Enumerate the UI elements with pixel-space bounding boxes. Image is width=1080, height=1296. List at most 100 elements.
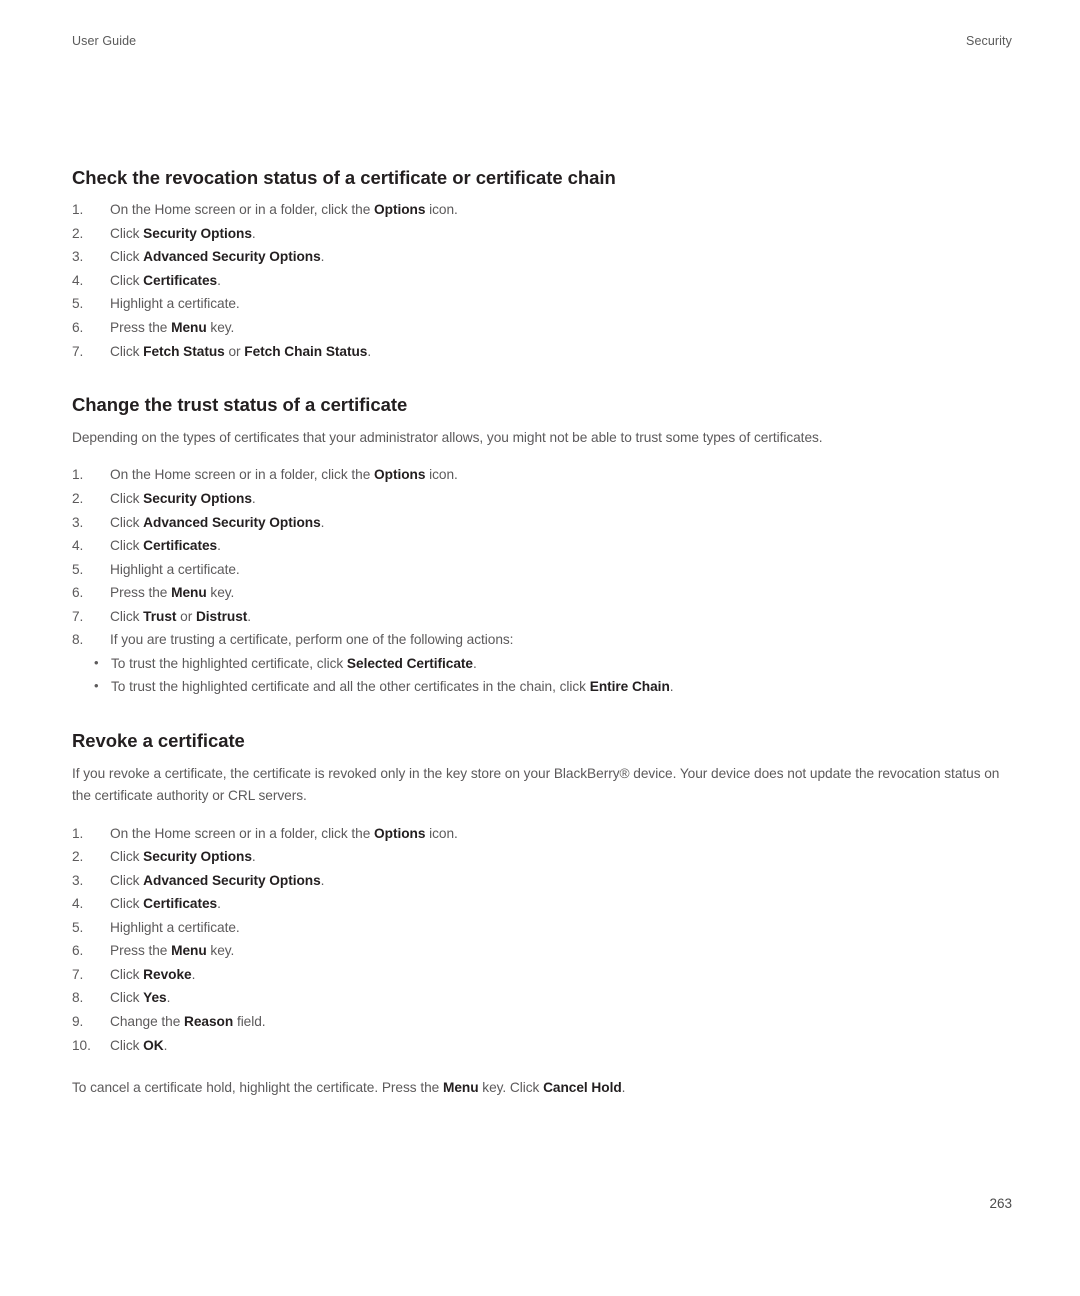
text-run: Click — [110, 990, 144, 1006]
text-run: Click — [110, 608, 144, 624]
step-text: Click Advanced Security Options. — [110, 515, 324, 530]
step-number: 5. — [72, 296, 84, 312]
ui-term: Yes — [143, 990, 167, 1006]
document-section: Revoke a certificate If you revoke a cert… — [72, 729, 1014, 1099]
text-run: . — [472, 655, 477, 671]
step-text: On the Home screen or in a folder, click… — [110, 202, 458, 217]
sub-bullet-text: To trust the highlighted certificate and… — [111, 679, 674, 694]
text-run: . — [163, 1037, 168, 1053]
text-run: Highlight a certificate. — [110, 296, 240, 312]
step-number: 3. — [72, 249, 84, 265]
bullet-dot-icon: • — [94, 678, 99, 694]
text-run: Press the — [110, 943, 172, 959]
bullet-dot-icon: • — [94, 654, 99, 670]
document-page: User Guide Security Check the revocation… — [0, 0, 1080, 1296]
procedure-step: 6. Press the Menu key. — [72, 581, 1014, 605]
step-text: Click Trust or Distrust. — [110, 609, 251, 624]
text-run: . — [621, 1080, 626, 1096]
text-run: On the Home screen or in a folder, click… — [110, 467, 375, 483]
step-text: Click Certificates. — [110, 273, 221, 288]
procedure-step: 7. Click Trust or Distrust. — [72, 605, 1014, 629]
ui-term: Advanced Security Options — [143, 249, 321, 265]
step-number: 6. — [72, 319, 84, 335]
text-run: If you are trusting a certificate, perfo… — [110, 632, 514, 648]
ui-term: Distrust — [195, 608, 248, 624]
procedure-step-list: 1. On the Home screen or in a folder, cli… — [72, 198, 1014, 363]
step-text: Press the Menu key. — [110, 585, 234, 600]
text-run: Click — [110, 538, 144, 554]
ui-term: Trust — [143, 608, 177, 624]
step-number: 2. — [72, 490, 84, 506]
ui-term: Menu — [171, 943, 207, 959]
step-number: 3. — [72, 872, 84, 888]
text-run: icon. — [425, 467, 458, 483]
text-run: . — [367, 343, 372, 359]
page-number: 263 — [989, 1196, 1012, 1211]
procedure-step: 4. Click Certificates. — [72, 892, 1014, 916]
step-text: Click OK. — [110, 1038, 167, 1053]
step-number: 4. — [72, 896, 84, 912]
step-text: Press the Menu key. — [110, 943, 234, 958]
text-run: To cancel a certificate hold, highlight … — [72, 1080, 443, 1096]
sub-bullet-list: • To trust the highlighted certificate, c… — [72, 652, 1014, 699]
text-run: On the Home screen or in a folder, click… — [110, 202, 375, 218]
text-run: key. — [206, 585, 235, 601]
step-number: 5. — [72, 561, 84, 577]
text-run: On the Home screen or in a folder, click… — [110, 825, 375, 841]
step-number: 7. — [72, 343, 84, 359]
section-trailing-paragraph: To cancel a certificate hold, highlight … — [72, 1077, 1014, 1099]
step-text: Highlight a certificate. — [110, 562, 240, 577]
ui-term: Security Options — [143, 490, 252, 506]
step-number: 10. — [72, 1037, 91, 1053]
text-run: . — [217, 538, 221, 554]
ui-term: Options — [374, 202, 426, 218]
step-text: Highlight a certificate. — [110, 296, 240, 311]
procedure-step: 5. Highlight a certificate. — [72, 916, 1014, 940]
text-run: key. — [206, 943, 235, 959]
text-run: . — [320, 514, 325, 530]
step-text: Click Yes. — [110, 990, 170, 1005]
ui-term: Options — [374, 825, 426, 841]
text-run: Click — [110, 490, 144, 506]
text-run: Click — [110, 343, 144, 359]
ui-term: Advanced Security Options — [143, 514, 321, 530]
step-text: Highlight a certificate. — [110, 920, 240, 935]
ui-term: Revoke — [143, 966, 192, 982]
text-run: To trust the highlighted certificate and… — [111, 679, 590, 695]
step-text: Click Certificates. — [110, 538, 221, 553]
procedure-step: 4. Click Certificates. — [72, 534, 1014, 558]
procedure-step: 10. Click OK. — [72, 1034, 1014, 1058]
running-header-right: Security — [966, 34, 1012, 48]
step-number: 9. — [72, 1014, 84, 1029]
ui-term: Fetch Chain Status — [244, 343, 368, 359]
procedure-step: 6. Press the Menu key. — [72, 939, 1014, 963]
step-number: 1. — [72, 202, 84, 218]
ui-term: Menu — [171, 319, 207, 335]
text-run: Click — [110, 514, 144, 530]
text-run: Change the — [110, 1014, 185, 1029]
step-number: 4. — [72, 538, 84, 554]
ui-term: Certificates — [143, 896, 218, 912]
text-run: Highlight a certificate. — [110, 919, 240, 935]
procedure-step: 7. Click Revoke. — [72, 963, 1014, 987]
procedure-step: 2. Click Security Options. — [72, 487, 1014, 511]
procedure-step-list: 1. On the Home screen or in a folder, cli… — [72, 463, 1014, 699]
step-number: 6. — [72, 943, 84, 959]
procedure-step: 1. On the Home screen or in a folder, cli… — [72, 198, 1014, 222]
ui-term: Certificates — [143, 272, 218, 288]
sub-bullet-item: • To trust the highlighted certificate, c… — [72, 652, 1014, 676]
ui-term: Selected Certificate — [346, 655, 473, 671]
procedure-step: 3. Click Advanced Security Options. — [72, 245, 1014, 269]
text-run: . — [217, 896, 221, 912]
text-run: Click — [110, 966, 144, 982]
text-run: . — [251, 490, 256, 506]
step-number: 2. — [72, 225, 84, 241]
procedure-step: 3. Click Advanced Security Options. — [72, 869, 1014, 893]
text-run: Click — [110, 249, 144, 265]
step-number: 2. — [72, 849, 84, 865]
text-run: Click — [110, 272, 144, 288]
text-run: Highlight a certificate. — [110, 561, 240, 577]
procedure-step: 5. Highlight a certificate. — [72, 292, 1014, 316]
procedure-step: 6. Press the Menu key. — [72, 316, 1014, 340]
ui-term: Certificates — [143, 538, 218, 554]
